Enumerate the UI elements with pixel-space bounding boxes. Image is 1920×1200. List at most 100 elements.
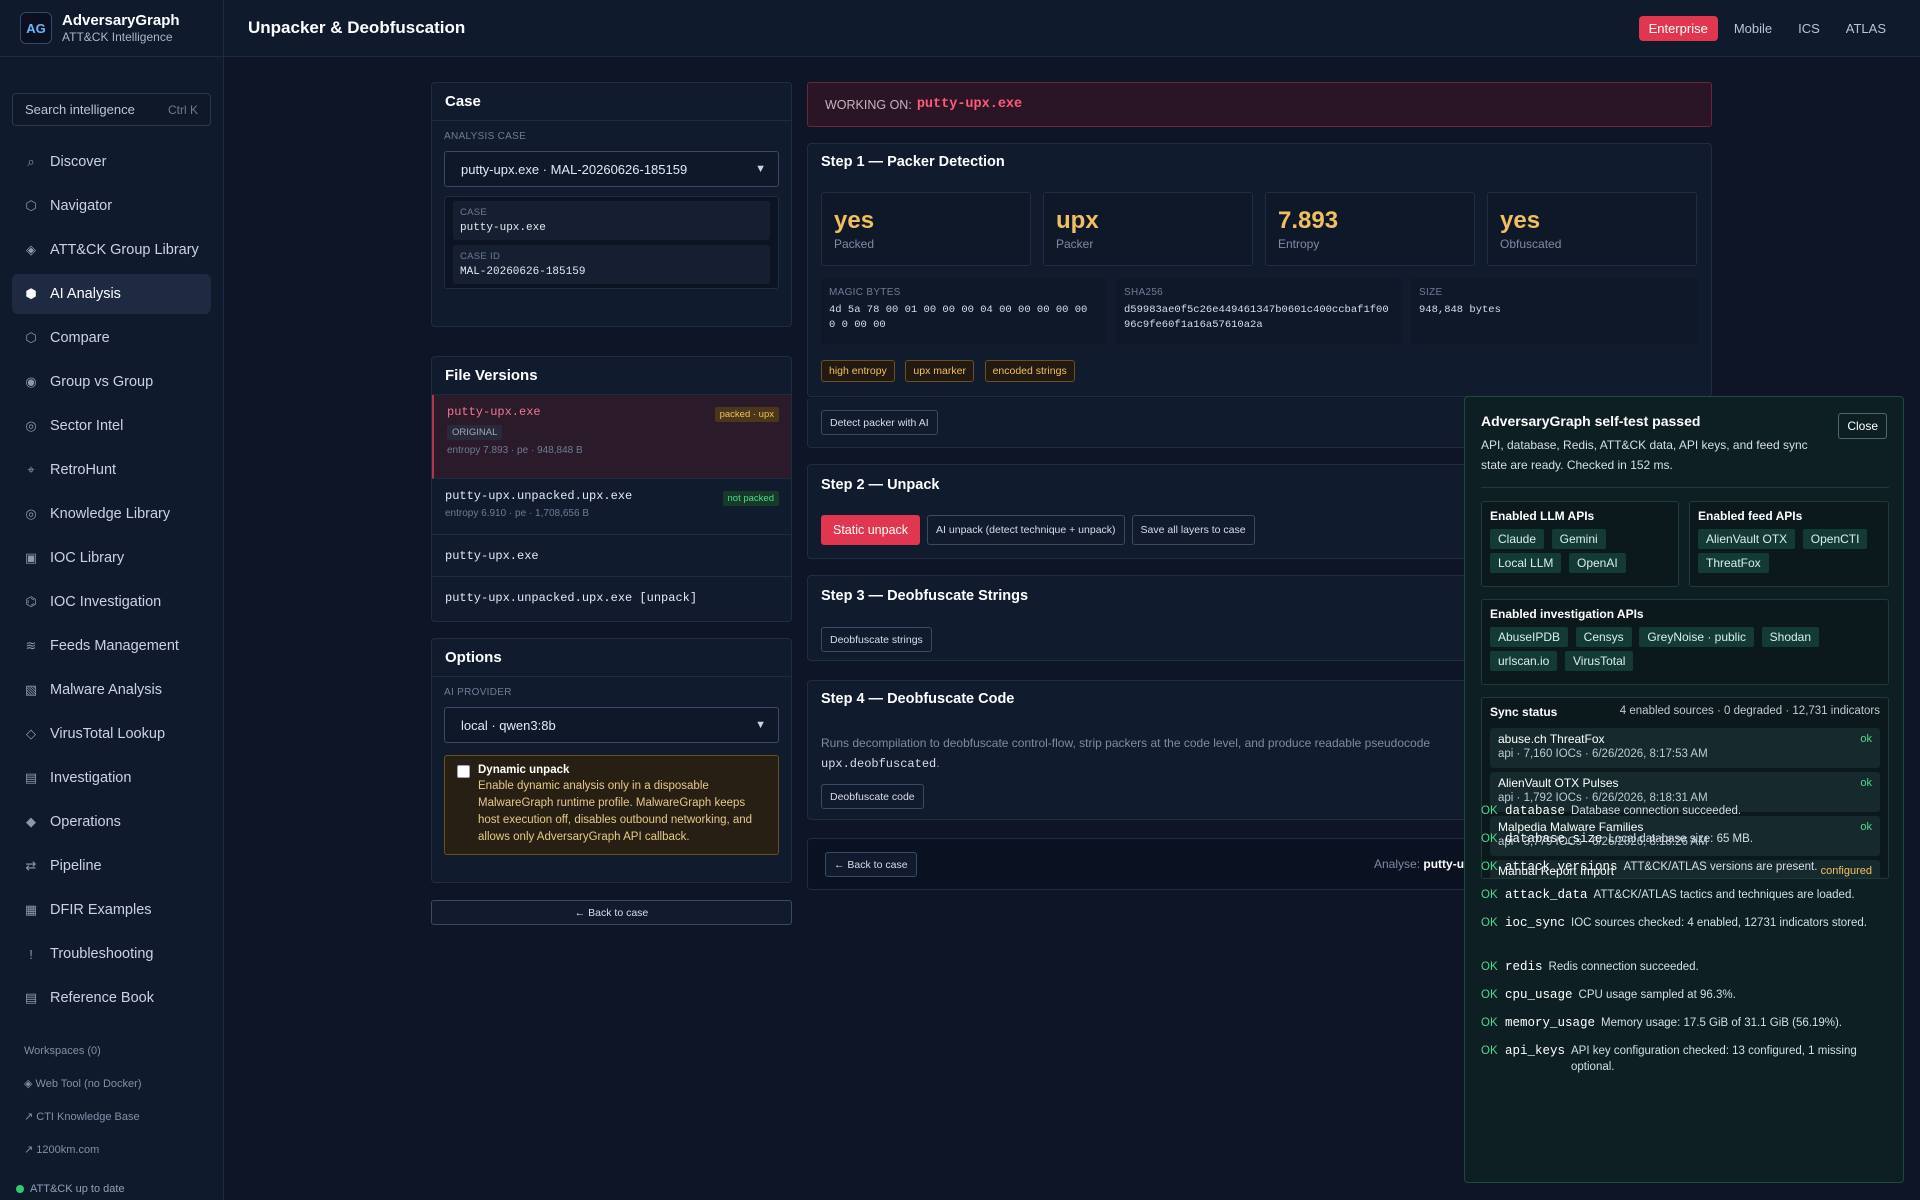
check-message: IOC sources checked: 4 enabled, 12731 in… [1571, 917, 1867, 929]
sidebar-item-compare[interactable]: ⬡ Compare [12, 318, 211, 358]
dynamic-unpack-checkbox[interactable] [457, 765, 470, 778]
nav-icon: ◆ [26, 814, 36, 829]
nav-icon: ▧ [24, 682, 38, 697]
sidebar-item-troubleshooting[interactable]: ! Troubleshooting [12, 934, 211, 974]
check-key: database_size [1505, 832, 1603, 846]
sidebar-item-attck-group-library[interactable]: ◈ ATT&CK Group Library [12, 230, 211, 270]
deobfuscate-code-button[interactable]: Deobfuscate code [821, 784, 924, 809]
nav-icon: ⇄ [25, 858, 37, 873]
case-title: Case [432, 83, 791, 121]
check-status: OK [1481, 889, 1498, 901]
feed-apis-title: Enabled feed APIs [1698, 509, 1803, 523]
workspaces-link[interactable]: Workspaces (0) [24, 1034, 199, 1067]
sidebar-item-dfir-examples[interactable]: ▦ DFIR Examples [12, 890, 211, 930]
nav-icon: ◎ [25, 418, 37, 433]
api-chip: Local LLM [1490, 553, 1562, 573]
ai-provider-select[interactable]: local · qwen3:8b ▼ [444, 707, 779, 743]
tab-ics[interactable]: ICS [1788, 16, 1830, 41]
sidebar-item-operations[interactable]: ◆ Operations [12, 802, 211, 842]
step4-desc-tail: . [936, 756, 940, 770]
original-tag: ORIGINAL [447, 425, 503, 440]
matrix-tabs: Enterprise Mobile ICS ATLAS [1638, 15, 1896, 41]
analysis-case-select[interactable]: putty-upx.exe · MAL-20260626-185159 ▼ [444, 151, 779, 187]
check-row: OK database_size Local database size: 65 M… [1481, 831, 1891, 847]
sha256: SHA256 d59983ae0f5c26e449461347b0601c400… [1116, 278, 1401, 344]
sync-source-status: ok [1860, 733, 1872, 745]
sidebar-item-knowledge-library[interactable]: ◎ Knowledge Library [12, 494, 211, 534]
check-message: ATT&CK/ATLAS versions are present. [1623, 861, 1818, 873]
sidebar-item-feeds-management[interactable]: ≋ Feeds Management [12, 626, 211, 666]
cti-kb-link[interactable]: ↗ CTI Knowledge Base [24, 1100, 199, 1133]
investigation-apis-title: Enabled investigation APIs [1490, 607, 1644, 621]
brand[interactable]: AG AdversaryGraph ATT&CK Intelligence [0, 0, 223, 57]
static-unpack-button[interactable]: Static unpack [821, 515, 921, 545]
sidebar-item-reference-book[interactable]: ▤ Reference Book [12, 978, 211, 1018]
api-chip: Gemini [1551, 529, 1606, 549]
check-message: Database connection succeeded. [1571, 805, 1742, 817]
sidebar-item-retrohunt[interactable]: ⌖ RetroHunt [12, 450, 211, 490]
check-message: Local database size: 65 MB. [1608, 833, 1754, 845]
dynamic-unpack-title: Dynamic unpack [478, 764, 570, 776]
sidebar-item-sector-intel[interactable]: ◎ Sector Intel [12, 406, 211, 446]
sidebar: AG AdversaryGraph ATT&CK Intelligence Se… [0, 0, 224, 1200]
ai-unpack-button[interactable]: AI unpack (detect technique + unpack) [927, 515, 1125, 545]
topbar: Unpacker & Deobfuscation Enterprise Mobi… [224, 0, 1920, 57]
tab-mobile[interactable]: Mobile [1724, 16, 1782, 41]
sync-status-box[interactable]: Sync status 4 enabled sources · 0 degrad… [1481, 697, 1889, 879]
stat-entropy-value: 7.893 [1278, 207, 1339, 234]
back-to-case-button[interactable]: ← Back to case [431, 900, 792, 925]
stat-packer: upx Packer [1043, 192, 1253, 266]
case-value: putty-upx.exe [460, 222, 546, 234]
status-dot-icon [16, 1185, 24, 1193]
case-field: CASE putty-upx.exe [453, 201, 770, 240]
check-row: OK redis Redis connection succeeded. [1481, 959, 1891, 975]
sidebar-item-virustotal-lookup[interactable]: ◇ VirusTotal Lookup [12, 714, 211, 754]
app-subtitle: ATT&CK Intelligence [62, 30, 173, 44]
sync-source-name: AlienVault OTX Pulses [1498, 776, 1619, 790]
tab-enterprise[interactable]: Enterprise [1638, 15, 1718, 41]
step1-panel: Step 1 — Packer Detection yes Packed upx… [807, 143, 1712, 397]
api-chip: ThreatFox [1698, 553, 1769, 573]
self-test-description: API, database, Redis, ATT&CK data, API k… [1481, 438, 1808, 472]
stat-packed-label: Packed [834, 237, 875, 251]
back-to-case-button[interactable]: ← Back to case [825, 852, 917, 877]
web-tool-link[interactable]: ◈ Web Tool (no Docker) [24, 1067, 199, 1100]
indicator-pill: encoded strings [984, 360, 1075, 382]
sidebar-item-discover[interactable]: ⌕ Discover [12, 142, 211, 182]
feed-apis-box: Enabled feed APIs AlienVault OTX OpenCTI… [1689, 501, 1889, 587]
site-link[interactable]: ↗ 1200km.com [24, 1133, 199, 1166]
analysis-case-label: ANALYSIS CASE [444, 131, 527, 142]
sidebar-item-malware-analysis[interactable]: ▧ Malware Analysis [12, 670, 211, 710]
api-chip: Shodan [1761, 627, 1820, 647]
sync-summary: 4 enabled sources · 0 degraded · 12,731 … [1619, 705, 1880, 717]
check-key: redis [1505, 960, 1543, 974]
check-status: OK [1481, 805, 1498, 817]
sidebar-item-investigation[interactable]: ▤ Investigation [12, 758, 211, 798]
working-on-file: putty-upx.exe [916, 97, 1023, 112]
file-version-item[interactable]: putty-upx.exe [432, 535, 791, 577]
stat-packed-value: yes [834, 207, 875, 234]
tab-atlas[interactable]: ATLAS [1836, 16, 1896, 41]
sidebar-item-ioc-investigation[interactable]: ⌬ IOC Investigation [12, 582, 211, 622]
deobfuscate-strings-button[interactable]: Deobfuscate strings [821, 627, 932, 652]
sidebar-item-ai-analysis[interactable]: ⬢ AI Analysis [12, 274, 211, 314]
case-panel: Case ANALYSIS CASE putty-upx.exe · MAL-2… [431, 82, 792, 327]
search-input[interactable]: Search intelligence Ctrl K [12, 93, 211, 126]
close-button[interactable]: Close [1838, 413, 1887, 439]
sidebar-item-navigator[interactable]: ⬡ Navigator [12, 186, 211, 226]
file-version-item[interactable]: putty-upx.unpacked.upx.exe not packed en… [432, 479, 791, 535]
file-version-item[interactable]: putty-upx.unpacked.upx.exe [unpack] [432, 577, 791, 619]
sidebar-item-label: Sector Intel [50, 418, 124, 434]
sidebar-item-pipeline[interactable]: ⇄ Pipeline [12, 846, 211, 886]
sidebar-item-label: AI Analysis [50, 286, 121, 302]
sidebar-item-ioc-library[interactable]: ▣ IOC Library [12, 538, 211, 578]
file-version-item[interactable]: putty-upx.exe packed · upx ORIGINAL entr… [432, 395, 791, 479]
sidebar-item-label: Navigator [50, 198, 113, 214]
nav-icon: ▦ [24, 902, 38, 917]
detect-packer-ai-button[interactable]: Detect packer with AI [821, 410, 938, 435]
nav-icon: ⌖ [27, 462, 35, 477]
sidebar-item-group-vs-group[interactable]: ◉ Group vs Group [12, 362, 211, 402]
save-layers-button[interactable]: Save all layers to case [1131, 515, 1255, 545]
nav-icon: ▣ [24, 550, 38, 565]
check-status: OK [1481, 833, 1498, 845]
